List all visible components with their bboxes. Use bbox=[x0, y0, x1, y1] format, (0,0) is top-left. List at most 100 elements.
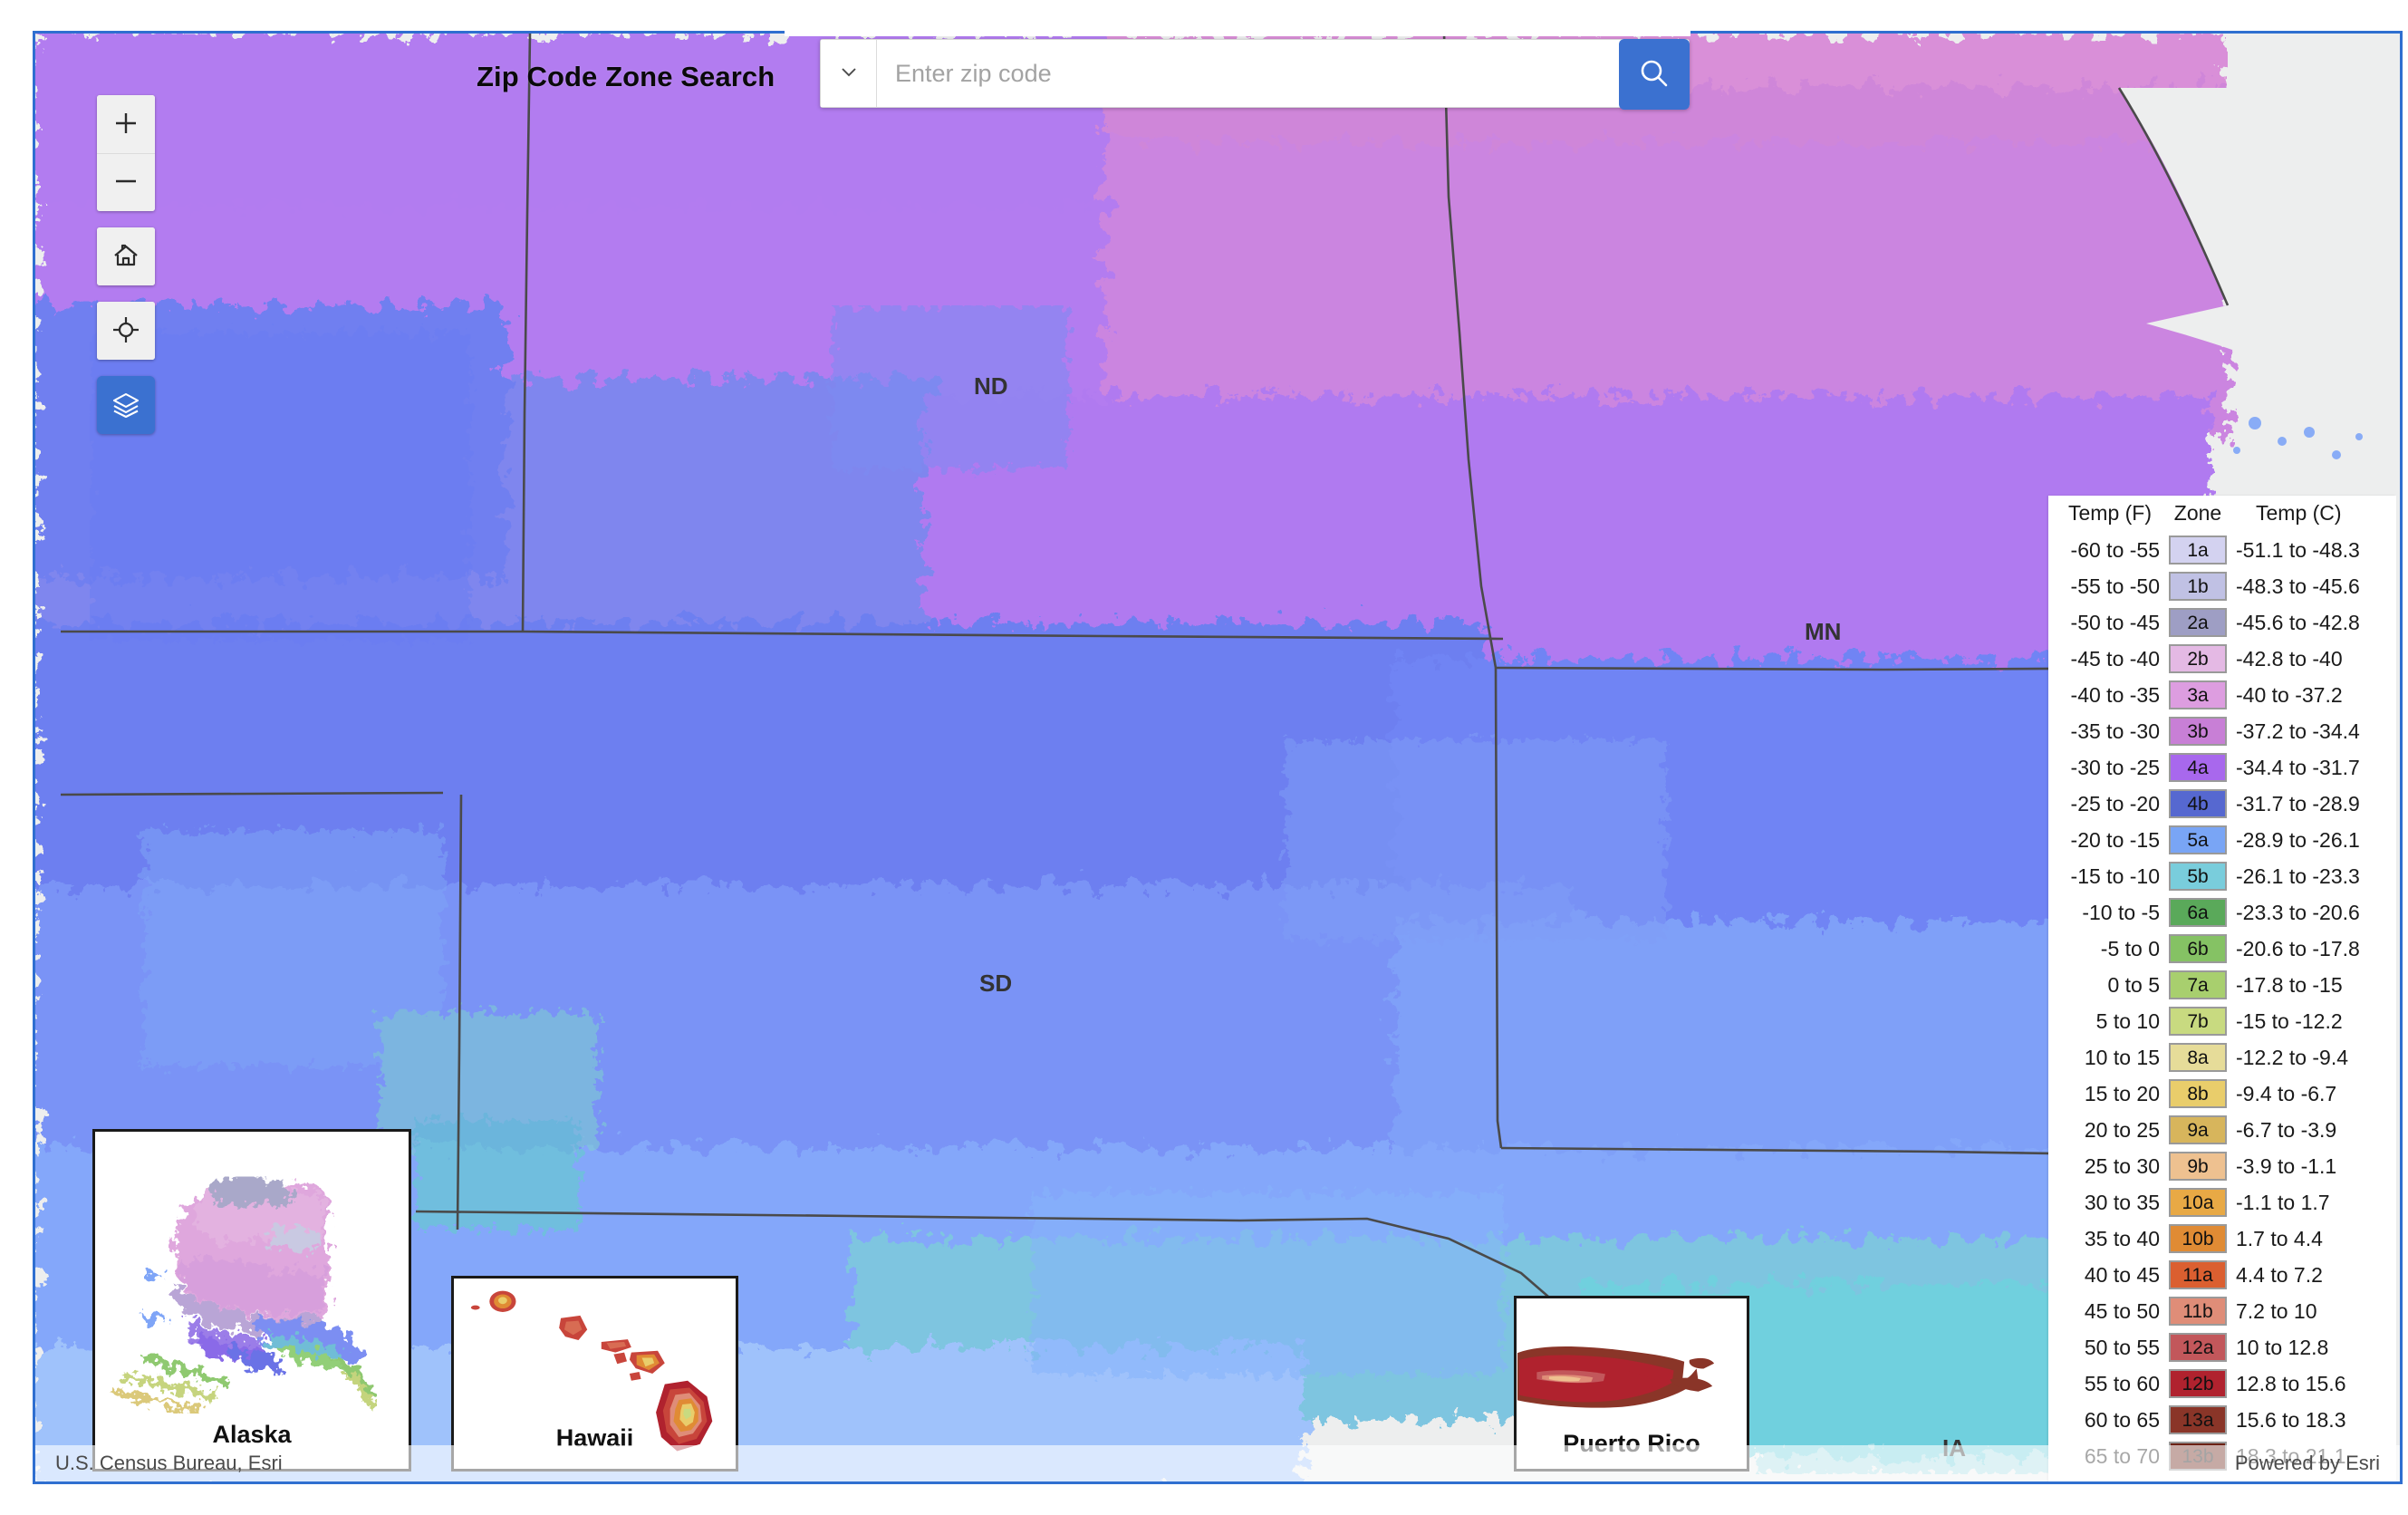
legend-zone-swatch[interactable]: 12a bbox=[2169, 1333, 2227, 1362]
legend-zone-swatch[interactable]: 10a bbox=[2169, 1188, 2227, 1217]
inset-map-alaska[interactable]: Alaska bbox=[92, 1129, 411, 1472]
legend-temp-f: 40 to 45 bbox=[2084, 1262, 2160, 1287]
map-viewport[interactable]: Zip Code Zone Search ND MN SD Alaska Haw… bbox=[33, 31, 2403, 1484]
legend-temp-f: 10 to 15 bbox=[2084, 1045, 2160, 1069]
legend-panel[interactable]: Temp (F) Zone Temp (C) -60 to -55 1a -51.1… bbox=[2048, 496, 2396, 1481]
legend-temp-c: -15 to -12.2 bbox=[2236, 1008, 2343, 1033]
chevron-down-icon bbox=[837, 60, 861, 88]
legend-row[interactable]: 10 to 15 8a -12.2 to -9.4 bbox=[2048, 1039, 2396, 1076]
zoom-in-button[interactable] bbox=[97, 95, 155, 153]
legend-temp-c: -9.4 to -6.7 bbox=[2236, 1081, 2337, 1105]
legend-row[interactable]: -50 to -45 2a -45.6 to -42.8 bbox=[2048, 604, 2396, 641]
attribution-powered-by[interactable]: Powered by Esri bbox=[2235, 1452, 2380, 1475]
legend-body: -60 to -55 1a -51.1 to -48.3 -55 to -50 1b -4… bbox=[2048, 532, 2396, 1474]
legend-zone-swatch[interactable]: 9b bbox=[2169, 1152, 2227, 1181]
legend-temp-f: -40 to -35 bbox=[2070, 682, 2160, 707]
legend-row[interactable]: -45 to -40 2b -42.8 to -40 bbox=[2048, 641, 2396, 677]
legend-temp-f: 50 to 55 bbox=[2084, 1335, 2160, 1359]
legend-zone-swatch[interactable]: 11a bbox=[2169, 1260, 2227, 1289]
legend-temp-f: -30 to -25 bbox=[2070, 755, 2160, 779]
layer-list-button[interactable] bbox=[97, 376, 155, 434]
legend-row[interactable]: -15 to -10 5b -26.1 to -23.3 bbox=[2048, 858, 2396, 894]
legend-row[interactable]: -20 to -15 5a -28.9 to -26.1 bbox=[2048, 822, 2396, 858]
legend-temp-c: -26.1 to -23.3 bbox=[2236, 864, 2360, 888]
zoom-out-button[interactable] bbox=[97, 153, 155, 211]
legend-zone-cell: 2a bbox=[2160, 604, 2236, 641]
legend-zone-swatch[interactable]: 4a bbox=[2169, 753, 2227, 782]
legend-temp-c: 4.4 to 7.2 bbox=[2236, 1262, 2323, 1287]
legend-temp-f: 20 to 25 bbox=[2084, 1117, 2160, 1142]
legend-zone-cell: 12a bbox=[2160, 1329, 2236, 1365]
legend-temp-f: 15 to 20 bbox=[2084, 1081, 2160, 1105]
legend-temp-c: -20.6 to -17.8 bbox=[2236, 936, 2360, 960]
legend-temp-c: 1.7 to 4.4 bbox=[2236, 1226, 2323, 1250]
legend-zone-swatch[interactable]: 8a bbox=[2169, 1043, 2227, 1072]
legend-zone-cell: 5b bbox=[2160, 858, 2236, 894]
legend-temp-f: -10 to -5 bbox=[2082, 900, 2160, 924]
legend-zone-swatch[interactable]: 9a bbox=[2169, 1115, 2227, 1144]
legend-row[interactable]: -55 to -50 1b -48.3 to -45.6 bbox=[2048, 568, 2396, 604]
legend-row[interactable]: 45 to 50 11b 7.2 to 10 bbox=[2048, 1293, 2396, 1329]
plus-icon bbox=[111, 109, 140, 140]
legend-row[interactable]: 25 to 30 9b -3.9 to -1.1 bbox=[2048, 1148, 2396, 1184]
legend-row[interactable]: -5 to 0 6b -20.6 to -17.8 bbox=[2048, 931, 2396, 967]
legend-scrollbar-thumb[interactable] bbox=[2388, 543, 2394, 1340]
legend-temp-f: -20 to -15 bbox=[2070, 827, 2160, 852]
legend-temp-f: -50 to -45 bbox=[2070, 610, 2160, 634]
legend-zone-cell: 11a bbox=[2160, 1257, 2236, 1293]
legend-zone-swatch[interactable]: 4b bbox=[2169, 789, 2227, 818]
legend-zone-cell: 13a bbox=[2160, 1402, 2236, 1438]
map-controls bbox=[97, 95, 155, 434]
zoom-control-group bbox=[97, 95, 155, 211]
legend-row[interactable]: 50 to 55 12a 10 to 12.8 bbox=[2048, 1329, 2396, 1365]
legend-zone-swatch[interactable]: 3a bbox=[2169, 680, 2227, 709]
legend-temp-c: -28.9 to -26.1 bbox=[2236, 827, 2360, 852]
legend-temp-c: 10 to 12.8 bbox=[2236, 1335, 2329, 1359]
legend-zone-swatch[interactable]: 7a bbox=[2169, 970, 2227, 999]
legend-zone-swatch[interactable]: 2b bbox=[2169, 644, 2227, 673]
legend-zone-swatch[interactable]: 1b bbox=[2169, 572, 2227, 601]
legend-zone-swatch[interactable]: 11b bbox=[2169, 1297, 2227, 1326]
legend-temp-f: -45 to -40 bbox=[2070, 646, 2160, 671]
inset-map-hawaii[interactable]: Hawaii bbox=[451, 1276, 738, 1472]
search-submit-button[interactable] bbox=[1619, 39, 1690, 110]
home-button[interactable] bbox=[97, 227, 155, 285]
legend-row[interactable]: -40 to -35 3a -40 to -37.2 bbox=[2048, 677, 2396, 713]
legend-zone-swatch[interactable]: 6a bbox=[2169, 898, 2227, 927]
legend-row[interactable]: 30 to 35 10a -1.1 to 1.7 bbox=[2048, 1184, 2396, 1221]
legend-row[interactable]: 60 to 65 13a 15.6 to 18.3 bbox=[2048, 1402, 2396, 1438]
legend-zone-swatch[interactable]: 6b bbox=[2169, 934, 2227, 963]
legend-zone-swatch[interactable]: 3b bbox=[2169, 717, 2227, 746]
search-source-dropdown-button[interactable] bbox=[821, 40, 877, 107]
legend-row[interactable]: -25 to -20 4b -31.7 to -28.9 bbox=[2048, 786, 2396, 822]
legend-row[interactable]: 35 to 40 10b 1.7 to 4.4 bbox=[2048, 1221, 2396, 1257]
legend-row[interactable]: 0 to 5 7a -17.8 to -15 bbox=[2048, 967, 2396, 1003]
legend-row[interactable]: 40 to 45 11a 4.4 to 7.2 bbox=[2048, 1257, 2396, 1293]
legend-row[interactable]: -10 to -5 6a -23.3 to -20.6 bbox=[2048, 894, 2396, 931]
legend-zone-swatch[interactable]: 5a bbox=[2169, 825, 2227, 854]
zip-code-search-widget[interactable] bbox=[820, 39, 1690, 110]
locate-button[interactable] bbox=[97, 302, 155, 360]
legend-row[interactable]: -30 to -25 4a -34.4 to -31.7 bbox=[2048, 749, 2396, 786]
legend-row[interactable]: -60 to -55 1a -51.1 to -48.3 bbox=[2048, 532, 2396, 568]
legend-row[interactable]: 5 to 10 7b -15 to -12.2 bbox=[2048, 1003, 2396, 1039]
legend-zone-swatch[interactable]: 13a bbox=[2169, 1405, 2227, 1434]
legend-zone-swatch[interactable]: 1a bbox=[2169, 536, 2227, 565]
legend-zone-swatch[interactable]: 12b bbox=[2169, 1369, 2227, 1398]
legend-zone-swatch[interactable]: 2a bbox=[2169, 608, 2227, 637]
legend-zone-cell: 12b bbox=[2160, 1365, 2236, 1402]
search-input[interactable] bbox=[877, 40, 1689, 107]
crosshair-icon bbox=[111, 315, 140, 347]
legend-table: Temp (F) Zone Temp (C) -60 to -55 1a -51.1… bbox=[2048, 496, 2396, 1474]
legend-row[interactable]: 55 to 60 12b 12.8 to 15.6 bbox=[2048, 1365, 2396, 1402]
legend-zone-swatch[interactable]: 8b bbox=[2169, 1079, 2227, 1108]
legend-zone-swatch[interactable]: 10b bbox=[2169, 1224, 2227, 1253]
legend-scrollbar[interactable] bbox=[2388, 519, 2395, 1481]
legend-zone-cell: 9a bbox=[2160, 1112, 2236, 1148]
legend-zone-swatch[interactable]: 7b bbox=[2169, 1007, 2227, 1036]
legend-temp-c: -3.9 to -1.1 bbox=[2236, 1153, 2337, 1178]
legend-row[interactable]: 20 to 25 9a -6.7 to -3.9 bbox=[2048, 1112, 2396, 1148]
legend-zone-swatch[interactable]: 5b bbox=[2169, 862, 2227, 891]
legend-row[interactable]: -35 to -30 3b -37.2 to -34.4 bbox=[2048, 713, 2396, 749]
legend-row[interactable]: 15 to 20 8b -9.4 to -6.7 bbox=[2048, 1076, 2396, 1112]
